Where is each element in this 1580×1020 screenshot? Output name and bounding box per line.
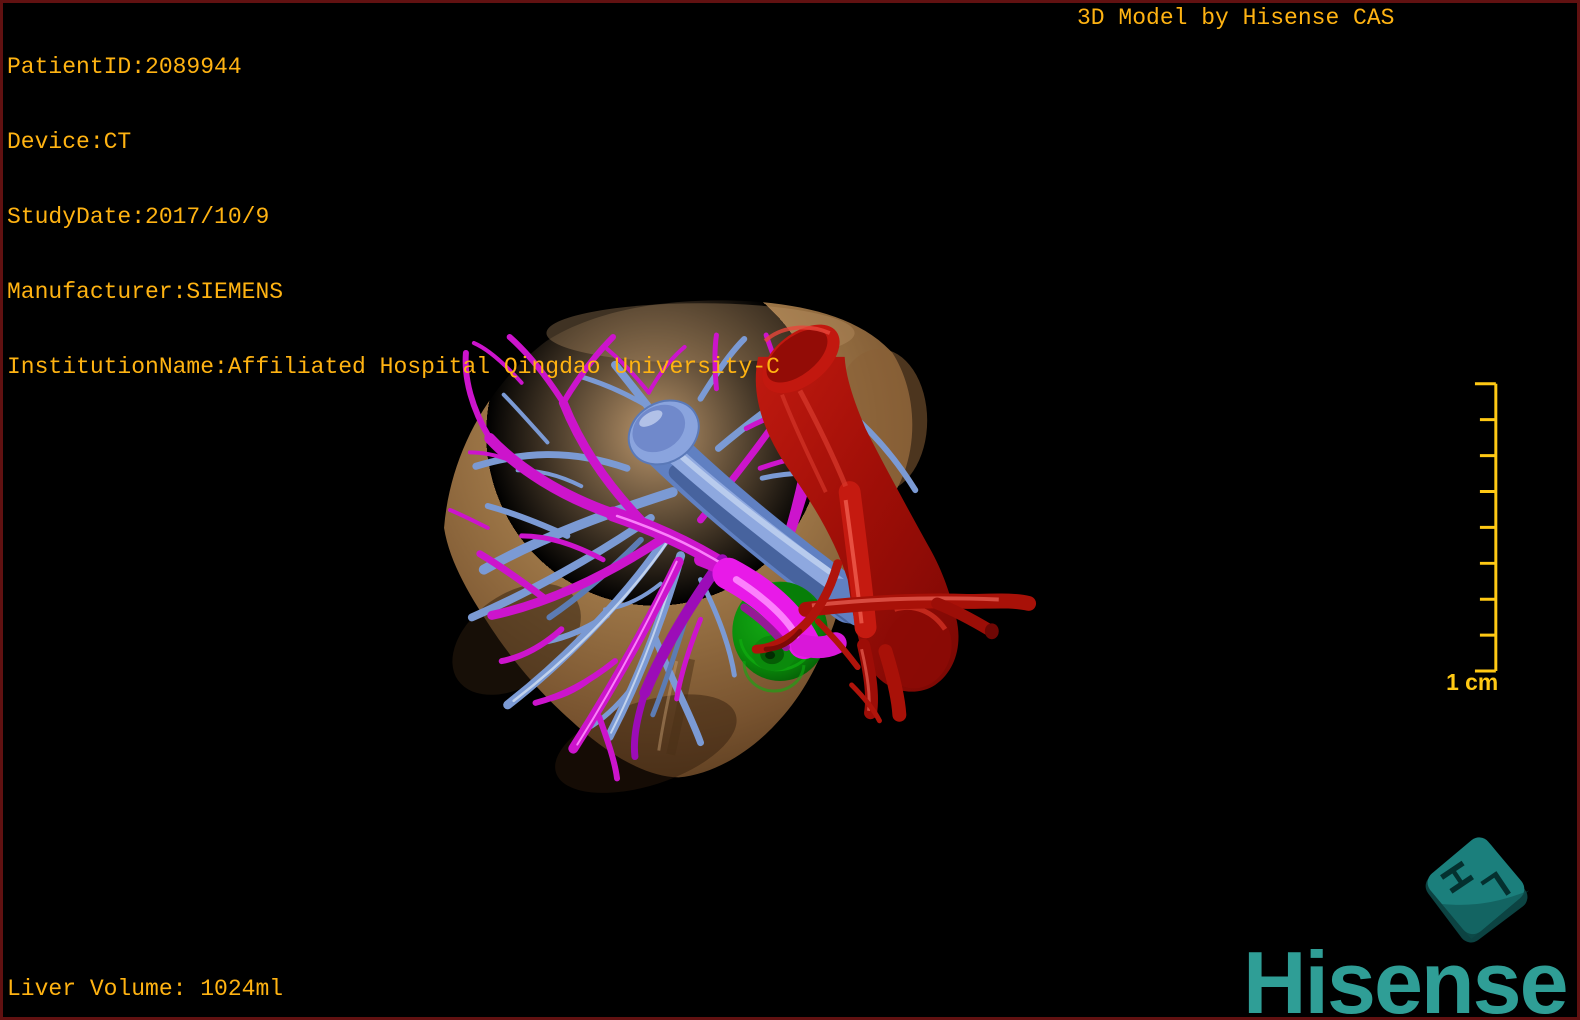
mesh-segment — [790, 632, 847, 659]
info-line-device: Device:CT — [7, 129, 132, 155]
liver-volume-readout: Liver Volume: 1024ml — [7, 976, 284, 1002]
info-line-manufacturer: Manufacturer:SIEMENS — [7, 279, 284, 305]
watermark-title: 3D Model by Hisense CAS — [1077, 5, 1395, 31]
hisense-logo-wordmark: Hisense — [1243, 933, 1569, 1020]
info-line-institution: InstitutionName:Affiliated Hospital Qing… — [7, 354, 780, 380]
scale-bar: 1 cm — [1446, 382, 1498, 695]
scale-bar-label: 1 cm — [1446, 669, 1498, 695]
viewer-3d-canvas[interactable]: 1 cm H L PatientID:2089944 Device:CT Stu… — [0, 0, 1580, 1020]
mesh-segment — [984, 623, 999, 640]
scale-bar-ticks — [1474, 382, 1496, 673]
info-line-patient-id: PatientID:2089944 — [7, 54, 242, 80]
info-line-study-date: StudyDate:2017/10/9 — [7, 204, 270, 230]
patient-info-overlay: PatientID:2089944 Device:CT StudyDate:20… — [7, 5, 780, 430]
